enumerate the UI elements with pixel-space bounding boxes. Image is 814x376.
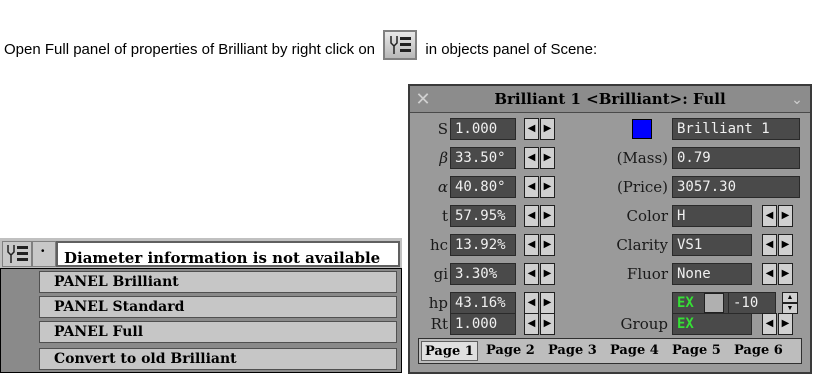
tab-page-4[interactable]: Page 4 (607, 341, 662, 361)
arrow-right-icon[interactable]: ▶ (778, 263, 793, 285)
label-rt: Rt (430, 315, 448, 333)
arrow-left-icon[interactable]: ◀ (762, 313, 777, 335)
full-panel-window: ✕ Brilliant 1 <Brilliant>: Full ⌄ S 1.00… (408, 84, 812, 374)
stepper-clarity: ◀ ▶ (762, 234, 794, 256)
tab-page-6[interactable]: Page 6 (731, 341, 786, 361)
object-info-text: Diameter information is not available (64, 249, 381, 267)
field-fluor[interactable]: None (672, 263, 752, 285)
dot-icon[interactable]: • (32, 241, 56, 267)
field-clarity[interactable]: VS1 (672, 234, 752, 256)
label-hp: hp (428, 294, 448, 312)
label-beta: β (439, 149, 448, 167)
arrow-right-icon[interactable]: ▶ (540, 313, 555, 335)
tab-page-3[interactable]: Page 3 (545, 341, 600, 361)
arrow-left-icon[interactable]: ◀ (524, 147, 539, 169)
arrow-right-icon[interactable]: ▶ (778, 313, 793, 335)
label-hc: hc (429, 236, 448, 254)
menu-item-panel-full[interactable]: PANEL Full (39, 321, 397, 343)
arrow-left-icon[interactable]: ◀ (524, 205, 539, 227)
stepper-group: ◀ ▶ (762, 313, 794, 335)
field-price: 3057.30 (672, 176, 800, 198)
label-group: Group (620, 315, 668, 333)
stepper-hc: ◀ ▶ (524, 234, 556, 256)
arrow-left-icon[interactable]: ◀ (524, 313, 539, 335)
object-row: • Diameter information is not available (0, 238, 402, 268)
label-mass: (Mass) (616, 149, 668, 167)
menu-item-panel-standard[interactable]: PANEL Standard (39, 296, 397, 318)
instruction-before: Open Full panel of properties of Brillia… (4, 41, 376, 58)
object-info-field: Diameter information is not available (56, 241, 400, 267)
arrow-right-icon[interactable]: ▶ (540, 263, 555, 285)
stepper-hp: ◀ ▶ (524, 292, 556, 314)
field-ex-number[interactable]: -10 (728, 292, 776, 314)
ex-text: EX (677, 295, 694, 311)
spinner: ▲ ▼ (782, 292, 798, 314)
spin-up-icon[interactable]: ▲ (782, 292, 798, 303)
arrow-right-icon[interactable]: ▶ (540, 205, 555, 227)
tab-page-5[interactable]: Page 5 (669, 341, 724, 361)
panel-title: Brilliant 1 <Brilliant>: Full (494, 90, 726, 108)
label-clarity: Clarity (616, 236, 668, 254)
arrow-left-icon[interactable]: ◀ (524, 292, 539, 314)
stepper-color: ◀ ▶ (762, 205, 794, 227)
tab-page-2[interactable]: Page 2 (483, 341, 538, 361)
field-t[interactable]: 57.95% (450, 205, 516, 227)
menu-item-convert[interactable]: Convert to old Brilliant (39, 348, 397, 370)
menu-item-panel-brilliant[interactable]: PANEL Brilliant (39, 271, 397, 293)
stepper-rt: ◀ ▶ (524, 313, 556, 335)
arrow-left-icon[interactable]: ◀ (762, 263, 777, 285)
label-alpha: α (437, 178, 448, 196)
label-gi: gi (433, 265, 448, 283)
label-s: S (437, 120, 448, 138)
field-beta[interactable]: 33.50° (450, 147, 516, 169)
arrow-right-icon[interactable]: ▶ (540, 292, 555, 314)
field-rt[interactable]: 1.000 (450, 313, 516, 335)
stepper-alpha: ◀ ▶ (524, 176, 556, 198)
arrow-right-icon[interactable]: ▶ (540, 147, 555, 169)
field-name[interactable]: Brilliant 1 (672, 118, 800, 140)
color-swatch[interactable] (632, 119, 652, 139)
arrow-right-icon[interactable]: ▶ (778, 234, 793, 256)
stepper-gi: ◀ ▶ (524, 263, 556, 285)
arrow-right-icon[interactable]: ▶ (778, 205, 793, 227)
instruction-text: Open Full panel of properties of Brillia… (4, 30, 597, 60)
label-color: Color (626, 207, 668, 225)
field-hp[interactable]: 43.16% (450, 292, 516, 314)
ex-toggle[interactable] (704, 293, 724, 313)
stepper-s: ◀ ▶ (524, 118, 556, 140)
tool-list-icon (383, 30, 418, 60)
stepper-t: ◀ ▶ (524, 205, 556, 227)
arrow-left-icon[interactable]: ◀ (762, 205, 777, 227)
panel-titlebar: ✕ Brilliant 1 <Brilliant>: Full ⌄ (410, 86, 810, 113)
chevron-down-icon[interactable]: ⌄ (788, 90, 806, 108)
arrow-right-icon[interactable]: ▶ (540, 176, 555, 198)
instruction-after: in objects panel of Scene: (425, 41, 598, 58)
label-fluor: Fluor (626, 265, 668, 283)
stepper-beta: ◀ ▶ (524, 147, 556, 169)
context-menu: PANEL Brilliant PANEL Standard PANEL Ful… (0, 268, 402, 373)
arrow-left-icon[interactable]: ◀ (762, 234, 777, 256)
context-menu-area: • Diameter information is not available … (0, 238, 402, 373)
arrow-right-icon[interactable]: ▶ (540, 234, 555, 256)
arrow-right-icon[interactable]: ▶ (540, 118, 555, 140)
field-gi[interactable]: 3.30% (450, 263, 516, 285)
arrow-left-icon[interactable]: ◀ (524, 234, 539, 256)
field-color[interactable]: H (672, 205, 752, 227)
label-t: t (441, 207, 448, 225)
field-mass: 0.79 (672, 147, 800, 169)
arrow-left-icon[interactable]: ◀ (524, 118, 539, 140)
tool-list-icon[interactable] (2, 241, 32, 267)
label-price: (Price) (616, 178, 668, 196)
page-tabs: Page 1 Page 2 Page 3 Page 4 Page 5 Page … (418, 338, 802, 364)
field-s[interactable]: 1.000 (450, 118, 516, 140)
arrow-left-icon[interactable]: ◀ (524, 263, 539, 285)
field-hc[interactable]: 13.92% (450, 234, 516, 256)
field-group[interactable]: EX (672, 313, 752, 335)
tab-page-1[interactable]: Page 1 (421, 341, 478, 361)
arrow-left-icon[interactable]: ◀ (524, 176, 539, 198)
field-alpha[interactable]: 40.80° (450, 176, 516, 198)
stepper-fluor: ◀ ▶ (762, 263, 794, 285)
